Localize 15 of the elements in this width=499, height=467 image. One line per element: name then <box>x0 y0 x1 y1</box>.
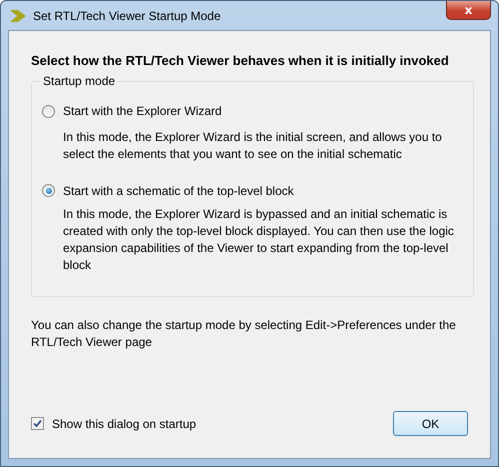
radio-button[interactable] <box>42 104 55 118</box>
dialog-heading: Select how the RTL/Tech Viewer behaves when it is initially invoked <box>31 53 450 68</box>
close-button[interactable]: x <box>446 1 491 20</box>
group-legend: Startup mode <box>40 74 118 88</box>
radio-option[interactable]: Start with the Explorer Wizard <box>42 104 222 118</box>
option-description: In this mode, the Explorer Wizard is the initial screen, and allows you to select the elements that you want to see on the initial schematic <box>63 128 443 162</box>
option-description: In this mode, the Explorer Wizard is bypassed and an initial schematic is created with only the top-level block displayed. You can then use the logic expansion capabilities of the Viewer to start expanding from the top-level block <box>63 206 455 274</box>
hint-text: You can also change the startup mode by selecting Edit->Preferences under the RTL/Tech Viewer page <box>31 316 457 350</box>
radio-button[interactable] <box>42 184 55 197</box>
radio-option[interactable]: Start with a schematic of the top-level block <box>42 184 294 198</box>
checkbox-option[interactable]: Show this dialog on startup <box>31 416 196 430</box>
checkbox[interactable] <box>31 417 44 430</box>
chevron-icon <box>9 8 27 22</box>
ok-button[interactable]: OK <box>393 411 468 436</box>
window-title: Set RTL/Tech Viewer Startup Mode <box>33 8 221 22</box>
